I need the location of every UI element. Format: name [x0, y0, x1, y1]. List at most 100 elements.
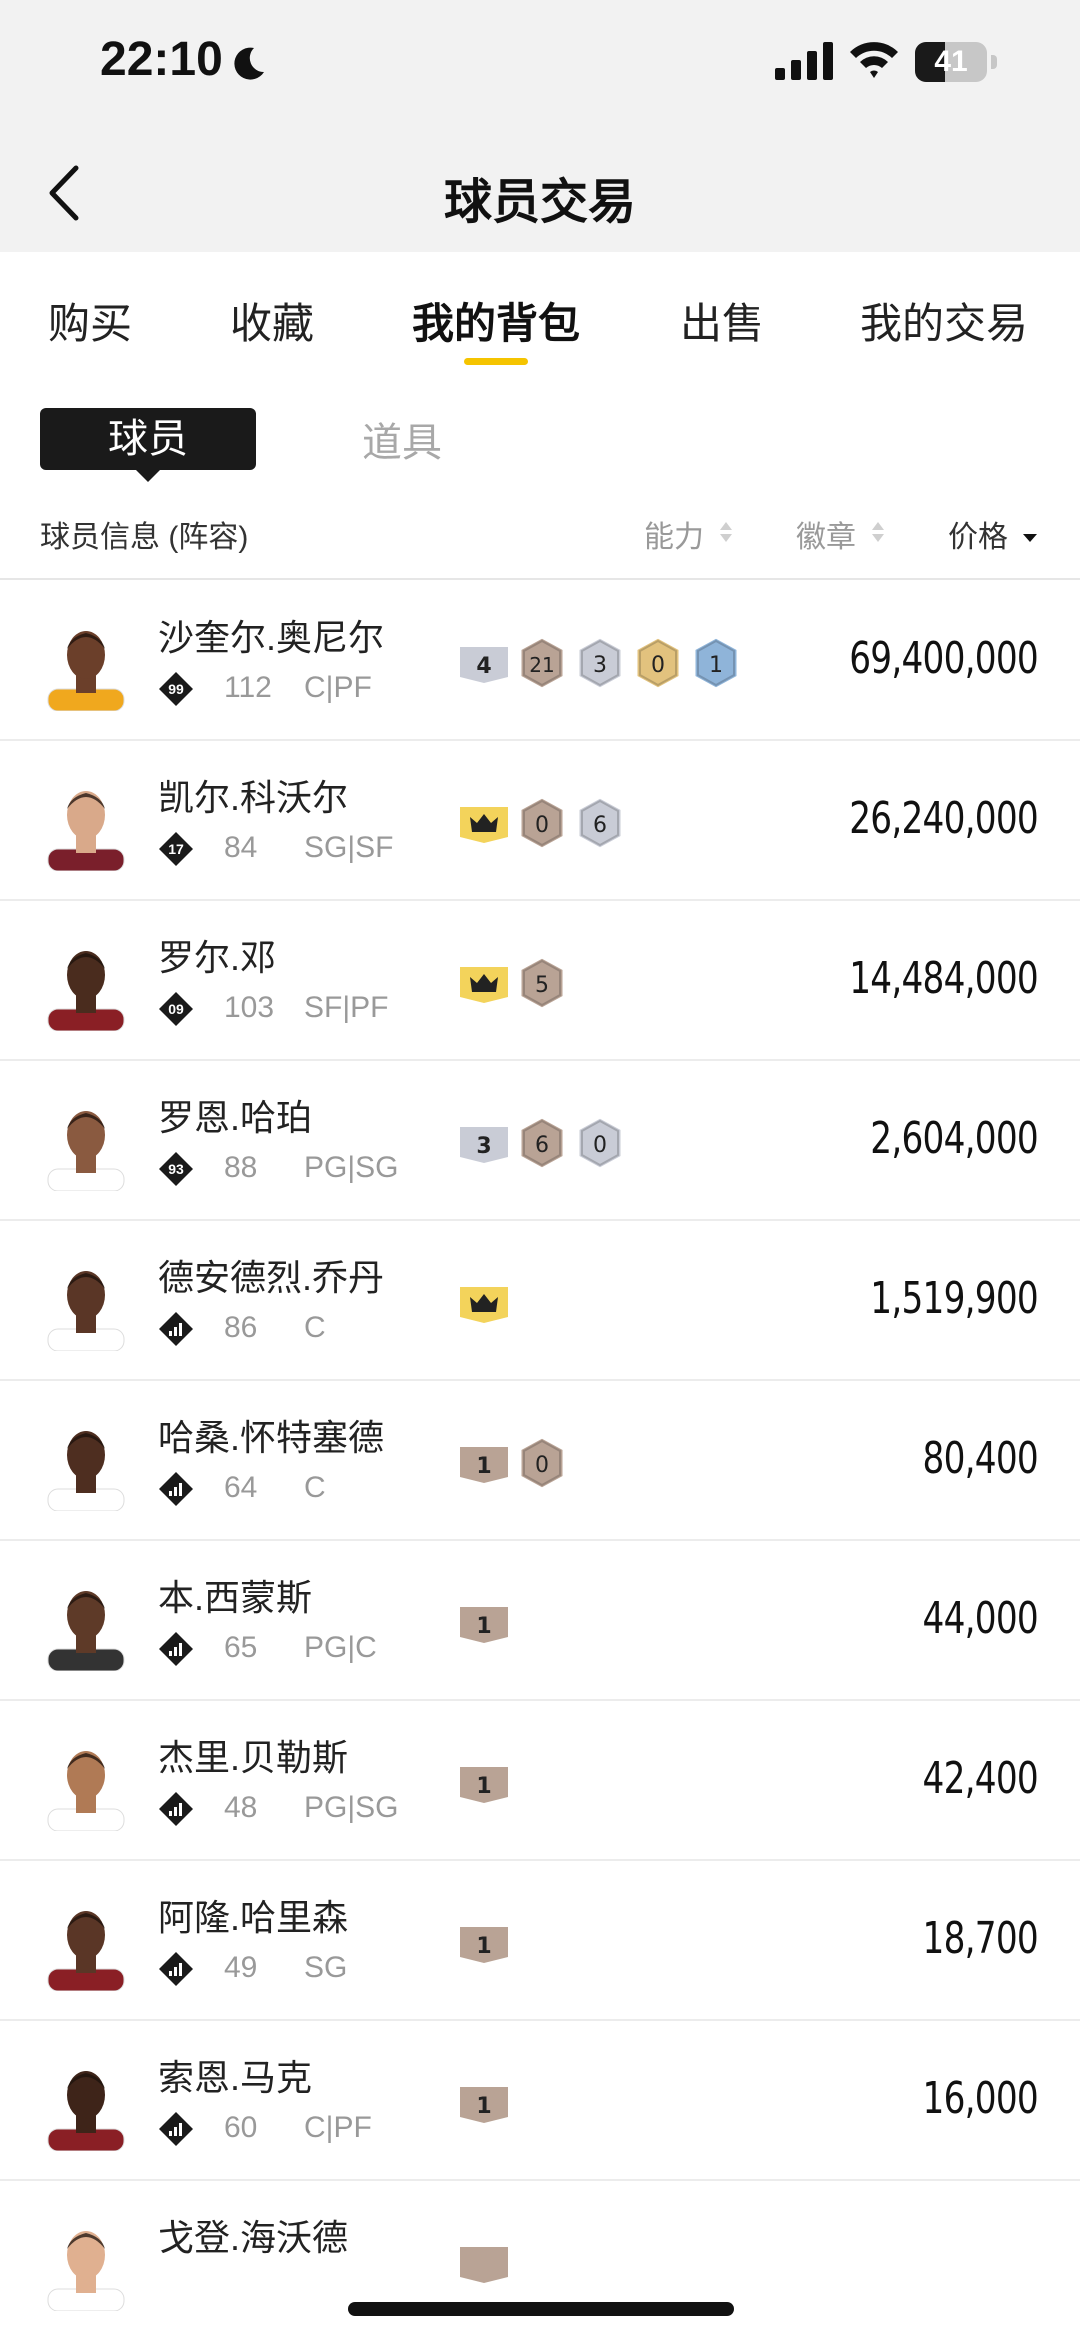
- player-price: 14,484,000: [849, 953, 1038, 1004]
- sort-ability-icon[interactable]: [718, 518, 734, 546]
- player-row[interactable]: 沙奎尔.奥尼尔 99 112 C|PF 4 21 3 0 1 69,400,000: [0, 581, 1080, 741]
- player-row[interactable]: 本.西蒙斯 65 PG|C 1 44,000: [0, 1541, 1080, 1701]
- ability-tag-icon: 1: [460, 1447, 508, 1483]
- crown-icon: [460, 807, 508, 843]
- ability-tag-icon: 3: [460, 1127, 508, 1163]
- player-price: 69,400,000: [849, 633, 1038, 684]
- segment-players[interactable]: 球员: [40, 408, 256, 482]
- player-row[interactable]: 哈桑.怀特塞德 64 C 1 0 80,400: [0, 1381, 1080, 1541]
- tab-bar: 购买 收藏 我的背包 出售 我的交易: [0, 252, 1080, 372]
- player-overall: 84: [224, 831, 258, 864]
- status-time: 22:10: [100, 33, 223, 86]
- player-position: SG: [304, 1951, 348, 1984]
- column-player-info: 球员信息 (阵容): [40, 521, 249, 554]
- player-row[interactable]: 罗尔.邓 09 103 SF|PF 5 14,484,000: [0, 901, 1080, 1061]
- player-name: 德安德烈.乔丹: [158, 1257, 385, 1298]
- player-position: PG|SG: [304, 1791, 399, 1824]
- player-position: SF|PF: [304, 991, 389, 1024]
- home-indicator: [348, 2302, 734, 2316]
- badge-label: 0: [651, 653, 665, 678]
- lineup-bars-icon: [159, 2112, 193, 2146]
- player-avatar: [47, 1751, 125, 1831]
- ability-tag-icon: 1: [460, 2087, 508, 2123]
- player-position: C: [304, 1311, 326, 1344]
- column-badge[interactable]: 徽章: [796, 512, 856, 556]
- player-avatar: [47, 631, 125, 711]
- player-price: 2,604,000: [870, 1113, 1038, 1164]
- badge-label: 1: [709, 653, 723, 678]
- player-row[interactable]: 凯尔.科沃尔 17 84 SG|SF 0 6 26,240,000: [0, 741, 1080, 901]
- player-name: 本.西蒙斯: [158, 1577, 313, 1618]
- lineup-bars-icon: [159, 1792, 193, 1826]
- tab-favorites[interactable]: 收藏: [230, 290, 314, 351]
- battery-indicator: 41: [915, 42, 997, 82]
- badge-label: 0: [535, 1453, 549, 1478]
- lineup-bars-icon: [159, 1632, 193, 1666]
- badge-hex-icon: 0: [518, 1435, 566, 1491]
- badge-hex-icon: 0: [634, 635, 682, 691]
- column-ability[interactable]: 能力: [644, 512, 704, 556]
- cellular-signal-icon: [775, 42, 833, 80]
- column-header: 球员信息 (阵容) 能力 徽章 价格: [0, 500, 1080, 580]
- ability-tag-icon: 1: [460, 1607, 508, 1643]
- tab-buy[interactable]: 购买: [48, 290, 132, 351]
- ability-tag-icon: 4: [460, 647, 508, 683]
- player-row[interactable]: 索恩.马克 60 C|PF 1 16,000: [0, 2021, 1080, 2181]
- page-title: 球员交易: [443, 176, 636, 229]
- player-row[interactable]: 阿隆.哈里森 49 SG 1 18,700: [0, 1861, 1080, 2021]
- badge-label: 1: [476, 2094, 491, 2119]
- player-overall: 49: [224, 1951, 258, 1984]
- moon-icon: [234, 47, 264, 80]
- badge-label: 1: [476, 1934, 491, 1959]
- status-bar: 22:10 41: [0, 0, 1080, 130]
- badge-hex-icon: 3: [576, 635, 624, 691]
- player-avatar: [47, 1111, 125, 1191]
- badge-label: 21: [529, 653, 554, 677]
- player-position: C|PF: [304, 671, 372, 704]
- badge-label: 1: [476, 1614, 491, 1639]
- player-name: 沙奎尔.奥尼尔: [158, 617, 385, 658]
- lineup-rank: 93: [168, 1161, 184, 1177]
- player-position: PG|C: [304, 1631, 377, 1664]
- player-position: C|PF: [304, 2111, 372, 2144]
- badge-label: 6: [593, 813, 607, 838]
- badge-hex-icon: 21: [518, 635, 566, 691]
- tab-sell[interactable]: 出售: [680, 290, 764, 351]
- player-avatar: [47, 2231, 125, 2311]
- player-row[interactable]: 罗恩.哈珀 93 88 PG|SG 3 6 0 2,604,000: [0, 1061, 1080, 1221]
- player-price: 44,000: [922, 1593, 1039, 1644]
- lineup-rank: 17: [168, 841, 184, 857]
- player-name: 罗尔.邓: [158, 937, 277, 978]
- player-position: C: [304, 1471, 326, 1504]
- player-avatar: [47, 791, 125, 871]
- player-price: 80,400: [922, 1433, 1039, 1484]
- player-avatar: [47, 1271, 125, 1351]
- badge-hex-icon: 6: [576, 795, 624, 851]
- wifi-icon: [850, 42, 898, 78]
- player-name: 阿隆.哈里森: [158, 1897, 349, 1938]
- player-name: 哈桑.怀特塞德: [158, 1417, 385, 1458]
- active-tab-indicator: [464, 358, 528, 365]
- sort-badge-icon[interactable]: [870, 518, 886, 546]
- column-price[interactable]: 价格: [948, 512, 1008, 556]
- player-avatar: [47, 1911, 125, 1991]
- sort-price-icon[interactable]: [1022, 518, 1038, 546]
- lineup-bars-icon: [159, 1312, 193, 1346]
- player-row[interactable]: 杰里.贝勒斯 48 PG|SG 1 42,400: [0, 1701, 1080, 1861]
- badge-hex-icon: 0: [576, 1115, 624, 1171]
- player-price: 26,240,000: [849, 793, 1038, 844]
- lineup-rank: 99: [168, 681, 184, 697]
- segment-items[interactable]: 道具: [362, 410, 442, 468]
- player-name: 罗恩.哈珀: [158, 1097, 313, 1138]
- crown-icon: [460, 967, 508, 1003]
- ability-tag-icon: 1: [460, 1767, 508, 1803]
- badge-hex-icon: 6: [518, 1115, 566, 1171]
- player-price: 42,400: [922, 1753, 1039, 1804]
- tab-my-trades[interactable]: 我的交易: [860, 290, 1028, 351]
- badge-label: 0: [535, 813, 549, 838]
- tab-my-backpack[interactable]: 我的背包: [412, 290, 580, 351]
- badge-label: 1: [476, 1774, 491, 1799]
- player-row[interactable]: 德安德烈.乔丹 86 C 1,519,900: [0, 1221, 1080, 1381]
- player-overall: 64: [224, 1471, 258, 1504]
- badge-label: 4: [476, 654, 491, 679]
